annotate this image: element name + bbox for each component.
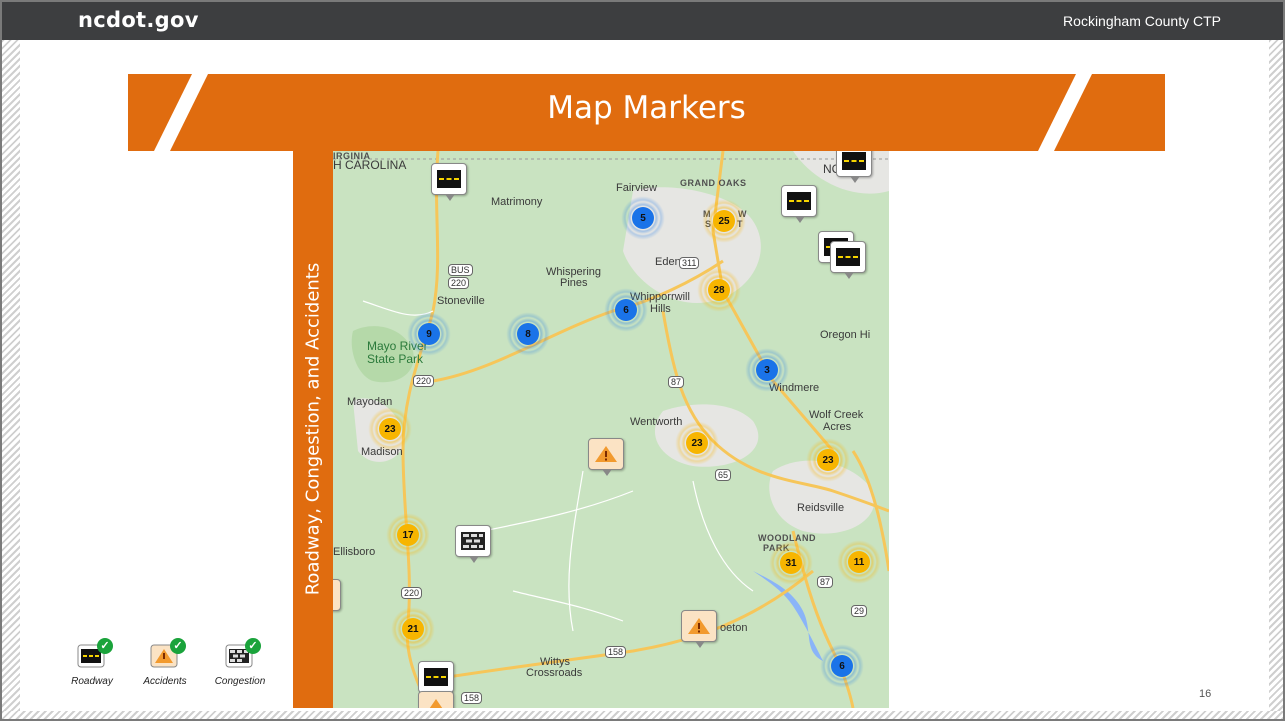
- side-label-bar: Roadway, Congestion, and Accidents: [293, 151, 333, 708]
- legend-label: Roadway: [71, 676, 113, 687]
- checkmark-icon: ✓: [170, 638, 186, 654]
- cluster-count: 5: [632, 207, 654, 229]
- place-label: Stoneville: [437, 295, 485, 307]
- place-label: oeton: [720, 622, 748, 634]
- place-label: Acres: [823, 421, 852, 433]
- cluster-count: 28: [708, 279, 730, 301]
- accident-icon: [595, 446, 617, 462]
- roadway-icon: [836, 248, 860, 266]
- accident-marker[interactable]: [681, 610, 717, 650]
- cluster-count: 25: [713, 210, 735, 232]
- map-cluster-marker[interactable]: 9: [407, 312, 451, 356]
- place-label: Crossroads: [526, 667, 583, 679]
- checkmark-icon: ✓: [97, 638, 113, 654]
- map-cluster-marker[interactable]: 21: [391, 607, 435, 651]
- place-label: Matrimony: [491, 196, 543, 208]
- hatch-border-right: [1269, 40, 1283, 719]
- legend: ✓ Roadway ✓ Accidents ✓ Congestion: [62, 638, 292, 702]
- map-view[interactable]: IRGINIA H CAROLINA Matrimony Fairview GR…: [333, 151, 889, 708]
- accident-icon: [688, 618, 710, 634]
- cluster-count: 21: [402, 618, 424, 640]
- roadway-icon: [437, 170, 461, 188]
- cluster-count: 8: [517, 323, 539, 345]
- map-cluster-marker[interactable]: 31: [769, 541, 813, 585]
- hatch-border-bottom: [2, 711, 1283, 719]
- route-shield: 220: [401, 587, 423, 599]
- map-cluster-marker[interactable]: 23: [368, 407, 412, 451]
- legend-label: Congestion: [214, 676, 266, 687]
- route-shield: 311: [679, 257, 700, 269]
- map-cluster-marker[interactable]: 5: [621, 196, 665, 240]
- cluster-count: 17: [397, 524, 419, 546]
- brand-logo: ncdot.gov: [78, 8, 199, 32]
- map-cluster-marker[interactable]: 25: [702, 199, 746, 243]
- map-cluster-marker[interactable]: 3: [745, 348, 789, 392]
- cluster-count: 6: [831, 655, 853, 677]
- partial-marker[interactable]: [333, 579, 341, 619]
- route-shield: 87: [817, 576, 834, 588]
- place-label: State Park: [367, 352, 424, 366]
- county-title: Rockingham County CTP: [1063, 13, 1221, 29]
- roadway-marker[interactable]: [431, 163, 467, 203]
- roadway-icon: [787, 192, 811, 210]
- cluster-count: 23: [379, 418, 401, 440]
- cluster-count: 23: [686, 432, 708, 454]
- roadway-icon: [842, 152, 866, 170]
- place-label: Eden: [655, 256, 681, 268]
- map-cluster-marker[interactable]: 11: [837, 540, 881, 584]
- map-cluster-marker[interactable]: 6: [604, 288, 648, 332]
- place-label: Hills: [650, 303, 671, 315]
- legend-label: Accidents: [143, 676, 187, 687]
- hatch-border-left: [2, 40, 20, 719]
- place-label: Pines: [560, 277, 588, 289]
- route-shield: 65: [715, 469, 732, 481]
- place-label: GRAND OAKS: [680, 178, 747, 188]
- place-label: H CAROLINA: [333, 158, 407, 172]
- slide: ncdot.gov Rockingham County CTP Map Mark…: [0, 0, 1285, 721]
- page-number: 16: [1199, 688, 1212, 700]
- header-bar: ncdot.gov Rockingham County CTP: [2, 2, 1283, 40]
- place-label: Wentworth: [630, 416, 683, 428]
- place-label: Reidsville: [797, 502, 845, 514]
- title-banner: Map Markers: [128, 74, 1165, 151]
- map-cluster-marker[interactable]: 28: [697, 268, 741, 312]
- place-label: Wolf Creek: [809, 409, 864, 421]
- route-shield: 220: [413, 375, 435, 387]
- place-label: Ellisboro: [333, 546, 376, 558]
- cluster-count: 6: [615, 299, 637, 321]
- route-shield: 29: [851, 605, 868, 617]
- checkmark-icon: ✓: [245, 638, 261, 654]
- congestion-marker[interactable]: [455, 525, 491, 565]
- cluster-count: 3: [756, 359, 778, 381]
- roadway-marker[interactable]: [830, 241, 866, 281]
- route-shield: 158: [605, 646, 627, 658]
- map-cluster-marker[interactable]: 6: [820, 644, 864, 688]
- map-cluster-marker[interactable]: 23: [675, 421, 719, 465]
- cluster-count: 11: [848, 551, 870, 573]
- map-cluster-marker[interactable]: 8: [506, 312, 550, 356]
- congestion-icon: [461, 532, 485, 550]
- route-shield: 220: [448, 277, 470, 289]
- accident-marker[interactable]: [588, 438, 624, 478]
- place-label: Oregon Hi: [820, 329, 871, 341]
- place-label: Fairview: [616, 182, 657, 194]
- roadway-icon: [424, 668, 448, 686]
- map-cluster-marker[interactable]: 23: [806, 438, 850, 482]
- route-shield: 87: [668, 376, 685, 388]
- cluster-count: 31: [780, 552, 802, 574]
- roadway-marker[interactable]: [781, 185, 817, 225]
- route-shield: 158: [461, 692, 483, 704]
- legend-item-accidents: ✓ Accidents: [130, 638, 200, 687]
- cluster-count: 23: [817, 449, 839, 471]
- legend-item-congestion: ✓ Congestion: [205, 638, 275, 687]
- route-shield: BUS: [448, 264, 473, 276]
- accident-icon: [429, 699, 443, 708]
- map-cluster-marker[interactable]: 17: [386, 513, 430, 557]
- legend-item-roadway: ✓ Roadway: [57, 638, 127, 687]
- accident-marker[interactable]: [418, 691, 454, 708]
- slide-title: Map Markers: [547, 90, 746, 126]
- side-label-text: Roadway, Congestion, and Accidents: [302, 262, 324, 596]
- roadway-marker[interactable]: [836, 151, 872, 185]
- cluster-count: 9: [418, 323, 440, 345]
